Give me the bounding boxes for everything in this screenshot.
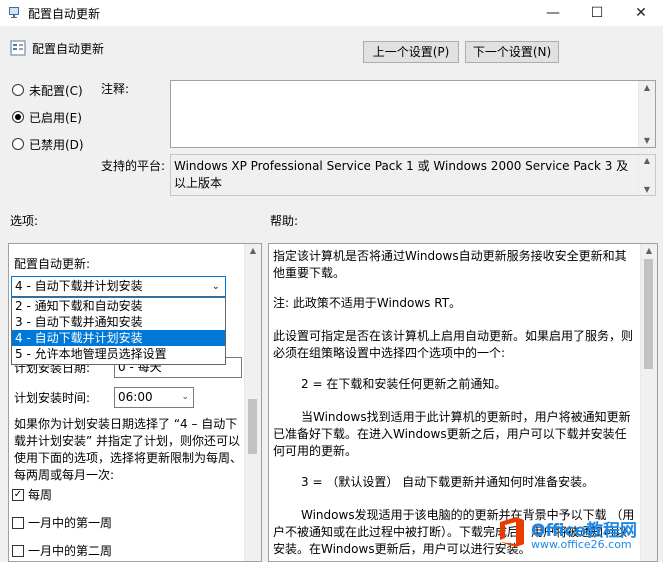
checkbox-box[interactable] [12,544,24,557]
dropdown-option[interactable]: 3 - 自动下载并通知安装 [12,314,225,330]
checkbox-label: 每周 [28,488,53,502]
radio-label: 已启用(E) [29,110,82,125]
setting-title: 配置自动更新 [32,42,105,56]
schedule-note: 如果你为计划安装日期选择了 “4 – 自动下载并计划安装” 并指定了计划，则你还… [14,417,243,482]
check-icon[interactable]: ✓ [12,488,24,501]
scroll-thumb[interactable] [248,399,257,454]
help-paragraph: 此设置可指定是否在该计算机上启用自动更新。如果启用了服务，则必须在组策略设置中选… [273,329,634,360]
title-bar: 配置自动更新 — ☐ ✕ [0,0,663,26]
configure-updates-value: 4 - 自动下载并计划安装 [15,279,143,293]
setting-icon [10,40,26,56]
install-time-label: 计划安装时间: [14,391,91,405]
checkbox-weekly[interactable]: ✓ 每周 [12,486,52,503]
checkbox-box[interactable] [12,516,24,529]
maximize-button[interactable]: ☐ [575,0,619,26]
radio-not-configured[interactable]: 未配置(C) [12,82,83,98]
platforms-box: Windows XP Professional Service Pack 1 或… [170,154,656,196]
scroll-up-arrow-icon[interactable]: ▲ [245,246,261,255]
chevron-down-icon[interactable]: ⌄ [181,388,189,407]
platforms-scrollbar[interactable]: ▲ ▼ [638,155,655,195]
radio-circle[interactable] [12,84,24,96]
options-scrollbar[interactable]: ▲ [244,244,261,561]
configure-updates-dropdown: 2 - 通知下载和自动安装 3 - 自动下载并通知安装 4 - 自动下载并计划安… [11,297,226,365]
radio-label: 已禁用(D) [29,137,84,152]
help-paragraph: 2 = 在下载和安装任何更新之前通知。 [301,377,507,391]
office-logo-icon [500,517,524,547]
close-button[interactable]: ✕ [619,0,663,26]
scroll-up-arrow-icon[interactable]: ▲ [641,246,657,255]
window-title: 配置自动更新 [28,7,101,21]
platforms-text: Windows XP Professional Service Pack 1 或… [174,159,629,190]
watermark-url: www.office26.com [531,538,632,551]
previous-setting-button[interactable]: 上一个设置(P) [363,41,459,63]
scroll-up-arrow-icon[interactable]: ▲ [639,83,655,92]
radio-disabled[interactable]: 已禁用(D) [12,136,84,152]
scroll-up-arrow-icon[interactable]: ▲ [639,156,655,165]
scroll-down-arrow-icon[interactable]: ▼ [639,136,655,145]
next-setting-button[interactable]: 下一个设置(N) [465,41,559,63]
help-paragraph: 注: 此政策不适用于Windows RT。 [273,296,462,310]
help-paragraph: 指定该计算机是否将通过Windows自动更新服务接收安全更新和其他重要下载。 [273,249,627,280]
install-time-select[interactable]: 06:00 ⌄ [114,387,194,408]
radio-circle[interactable] [12,138,24,150]
radio-circle[interactable] [12,111,24,123]
help-paragraph: 3 = （默认设置） 自动下载更新并通知何时准备安装。 [301,475,595,489]
radio-label: 未配置(C) [29,83,83,98]
radio-enabled[interactable]: 已启用(E) [12,109,82,125]
configure-updates-select[interactable]: 4 - 自动下载并计划安装 ⌄ [11,276,226,297]
install-time-value: 06:00 [118,390,153,404]
minimize-button[interactable]: — [531,0,575,26]
scroll-down-arrow-icon[interactable]: ▼ [639,185,655,194]
policy-editor-icon [9,7,19,18]
checkbox-second-week[interactable]: 一月中的第二周 [12,542,112,559]
comment-textarea[interactable]: ▲ ▼ [170,80,656,148]
dropdown-option[interactable]: 2 - 通知下载和自动安装 [12,298,225,314]
scroll-thumb[interactable] [644,259,653,369]
checkbox-label: 一月中的第一周 [28,516,113,530]
chevron-down-icon[interactable]: ⌄ [212,277,220,296]
dropdown-option-selected[interactable]: 4 - 自动下载并计划安装 [12,330,225,346]
options-section-label: 选项: [10,214,39,228]
checkbox-label: 一月中的第二周 [28,544,113,558]
comment-scrollbar[interactable]: ▲ ▼ [638,81,655,147]
dropdown-option[interactable]: 5 - 允许本地管理员选择设置 [12,346,225,362]
help-section-label: 帮助: [270,214,299,228]
help-paragraph: 当Windows找到适用于此计算机的更新时，用户将被通知更新已准备好下载。在进入… [273,410,631,458]
configure-updates-label: 配置自动更新: [14,257,91,271]
comment-label: 注释: [101,82,130,96]
checkbox-first-week[interactable]: 一月中的第一周 [12,514,112,531]
platforms-label: 支持的平台: [101,159,166,173]
watermark: Office教程网 www.office26.com [497,514,657,554]
